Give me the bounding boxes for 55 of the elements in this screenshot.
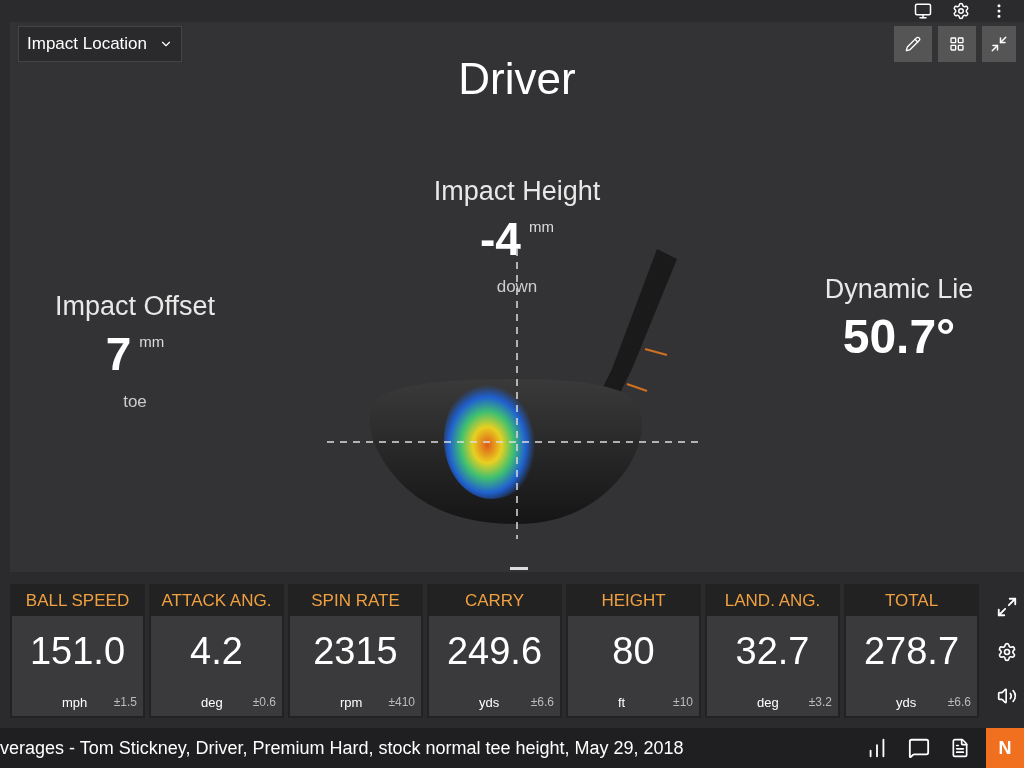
metric-spread: ±10 [673, 693, 693, 711]
metric-spread: ±3.2 [808, 693, 832, 711]
metric-value: 278.7 [863, 629, 960, 674]
metric-value: 2315 [313, 629, 398, 674]
metric-spread: ±1.5 [113, 693, 137, 711]
club-title: Driver [458, 53, 576, 105]
stat-value: -4 [480, 215, 521, 262]
metric-label: ATTACK ANG. [160, 590, 273, 613]
metric-spread: ±6.6 [530, 693, 554, 711]
layout-button[interactable] [938, 26, 976, 62]
metric-label: HEIGHT [600, 590, 667, 613]
metric-label: CARRY [463, 590, 526, 613]
stat-unit: mm [139, 331, 165, 352]
collapse-button[interactable] [982, 26, 1016, 62]
metric-label: SPIN RATE [310, 590, 401, 613]
metric-spread: ±6.6 [947, 693, 971, 711]
metric-value: 4.2 [190, 629, 243, 674]
stat-value: 50.7° [842, 313, 956, 362]
collapse-icon [990, 35, 1008, 53]
metric-label: BALL SPEED [24, 590, 131, 613]
stat-label: Impact Height [433, 175, 601, 208]
message-icon[interactable] [908, 737, 930, 759]
document-icon[interactable] [950, 738, 970, 758]
metric-unit: mph [62, 693, 88, 712]
session-description: verages - Tom Stickney, Driver, Premium Hard, stock normal tee height, May 29, 2018 [0, 736, 685, 760]
metric-spread: ±0.6 [252, 693, 276, 711]
settings-icon[interactable] [997, 642, 1017, 662]
stat-label: Dynamic Lie [824, 272, 974, 306]
stat-label: Impact Offset [54, 290, 216, 323]
metric-unit: yds [479, 693, 500, 712]
stat-direction: toe [123, 390, 147, 413]
metric-value: 80 [612, 629, 655, 674]
pencil-icon [905, 36, 921, 52]
metric-value: 151.0 [29, 629, 126, 674]
metric-unit: deg [201, 693, 223, 712]
metric-unit: yds [896, 693, 917, 712]
settings-icon[interactable] [952, 2, 970, 20]
metric-label: LAND. ANG. [723, 590, 822, 613]
metric-label: TOTAL [883, 590, 940, 613]
stat-unit: mm [528, 216, 554, 237]
view-dropdown[interactable]: Impact Location [18, 26, 182, 62]
speaker-icon[interactable] [997, 686, 1017, 706]
metric-unit: ft [618, 693, 626, 712]
stat-direction: down [496, 275, 538, 298]
monitor-icon[interactable] [914, 2, 932, 20]
metric-unit: deg [757, 693, 779, 712]
expand-icon[interactable] [996, 596, 1018, 618]
metric-value: 32.7 [735, 629, 810, 674]
metric-spread: ±410 [388, 693, 415, 711]
metric-unit: rpm [340, 693, 363, 712]
edit-button[interactable] [894, 26, 932, 62]
metric-value: 249.6 [446, 629, 543, 674]
stat-value: 7 [105, 330, 132, 377]
grid-icon [949, 36, 965, 52]
resize-handle[interactable] [510, 567, 528, 570]
